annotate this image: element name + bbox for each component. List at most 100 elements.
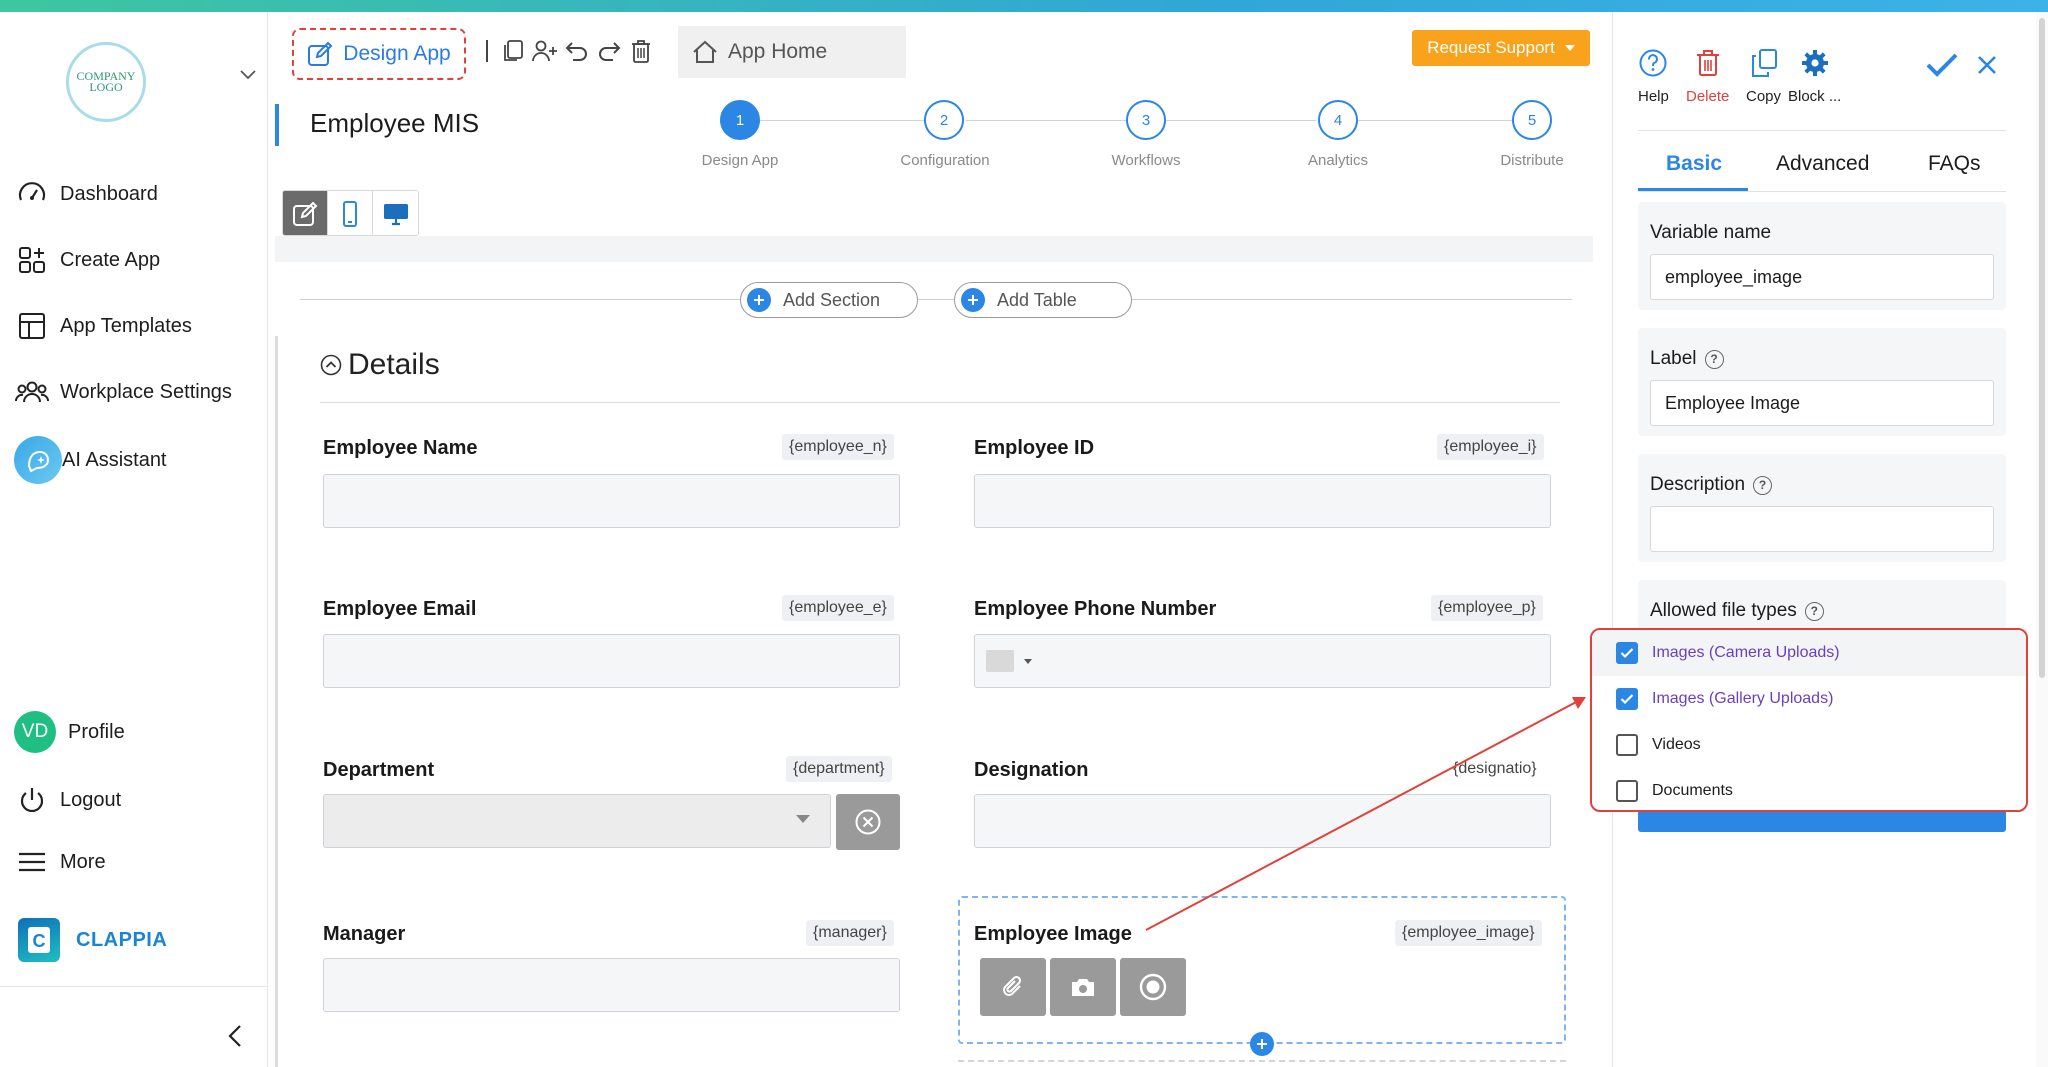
description-input[interactable] xyxy=(1650,506,1994,552)
design-app-button[interactable]: Design App xyxy=(292,28,466,80)
chevron-down-icon[interactable] xyxy=(240,70,256,80)
company-logo[interactable]: COMPANY LOGO xyxy=(66,42,146,122)
canvas-header-strip xyxy=(275,236,1593,262)
variable-name-label-text: Variable name xyxy=(1650,222,1772,243)
employee-name-input[interactable] xyxy=(323,474,900,528)
desktop-view-button[interactable] xyxy=(373,191,418,235)
delete-label: Delete xyxy=(1686,88,1730,105)
block-label: Block ... xyxy=(1788,88,1842,105)
request-support-button[interactable]: Request Support xyxy=(1412,30,1590,66)
sidebar-item-label: Workplace Settings xyxy=(60,380,232,403)
sidebar-item-profile[interactable]: VD Profile xyxy=(14,711,125,753)
file-type-option[interactable]: Images (Gallery Uploads) xyxy=(1592,676,2026,722)
next-field-outline xyxy=(958,1060,1566,1067)
edit-view-button[interactable] xyxy=(283,191,328,235)
employee-phone-input[interactable] xyxy=(974,634,1551,688)
add-field-below-button[interactable] xyxy=(1250,1032,1274,1056)
collapse-section-icon[interactable] xyxy=(320,354,342,376)
manager-input[interactable] xyxy=(323,958,900,1012)
close-icon[interactable] xyxy=(1976,54,1998,76)
help-button[interactable]: Help xyxy=(1638,48,1669,105)
hamburger-icon xyxy=(14,844,50,880)
help-icon[interactable]: ? xyxy=(1704,349,1724,369)
sidebar: COMPANY LOGO Dashboard Create App App Te… xyxy=(0,12,268,1067)
collapse-sidebar-icon[interactable] xyxy=(228,1024,242,1048)
step-distribute[interactable]: 5 xyxy=(1512,100,1552,140)
record-button[interactable] xyxy=(1120,958,1186,1016)
stepper-connector xyxy=(1354,120,1514,121)
sidebar-item-dashboard[interactable]: Dashboard xyxy=(14,174,158,214)
section-header[interactable]: Details xyxy=(320,348,440,382)
add-table-button[interactable]: Add Table xyxy=(954,282,1132,318)
step-label: Analytics xyxy=(1307,152,1369,169)
dropdown-caret-icon[interactable] xyxy=(796,815,810,823)
sidebar-item-label: App Templates xyxy=(60,314,192,337)
delete-button[interactable]: Delete xyxy=(1686,48,1729,105)
file-type-label: Documents xyxy=(1652,782,1733,799)
step-configuration[interactable]: 2 xyxy=(924,100,964,140)
department-dropdown[interactable] xyxy=(323,794,831,848)
clear-selection-button[interactable] xyxy=(836,794,900,850)
sidebar-item-app-templates[interactable]: App Templates xyxy=(14,306,192,346)
tab-basic[interactable]: Basic xyxy=(1666,152,1722,176)
field-label-employee-phone: Employee Phone Number xyxy=(974,598,1217,620)
clappia-brand[interactable]: C CLAPPIA xyxy=(18,918,167,962)
label-card: Label? Employee Image xyxy=(1638,328,2006,436)
label-label: Label? xyxy=(1650,348,1724,370)
allowed-file-types-list: Images (Camera Uploads) Images (Gallery … xyxy=(1590,628,2028,812)
label-input[interactable]: Employee Image xyxy=(1650,380,1994,426)
top-gradient-bar xyxy=(0,0,2048,12)
checkbox-unchecked[interactable] xyxy=(1616,734,1638,756)
panel-rule xyxy=(1638,130,2006,131)
trash-icon xyxy=(1696,50,1719,76)
variable-name-input[interactable]: employee_image xyxy=(1650,254,1994,300)
country-caret-icon[interactable] xyxy=(1024,659,1032,664)
step-workflows[interactable]: 3 xyxy=(1126,100,1166,140)
file-type-option[interactable]: Images (Camera Uploads) xyxy=(1592,630,2026,676)
employee-id-input[interactable] xyxy=(974,474,1551,528)
save-button[interactable] xyxy=(1638,812,2006,832)
sidebar-item-label: More xyxy=(60,850,106,873)
add-user-icon[interactable] xyxy=(532,38,558,64)
sidebar-item-workplace-settings[interactable]: Workplace Settings xyxy=(14,372,232,412)
undo-icon[interactable] xyxy=(564,38,590,64)
mobile-view-button[interactable] xyxy=(328,191,373,235)
checkbox-unchecked[interactable] xyxy=(1616,780,1638,802)
record-icon xyxy=(1139,973,1167,1001)
step-design-app[interactable]: 1 xyxy=(720,100,760,140)
file-type-option[interactable]: Videos xyxy=(1592,722,2026,768)
checkbox-checked[interactable] xyxy=(1616,642,1638,664)
step-analytics[interactable]: 4 xyxy=(1318,100,1358,140)
panel-scrollbar-thumb[interactable] xyxy=(2039,18,2045,678)
add-section-button[interactable]: Add Section xyxy=(740,282,918,318)
variable-name-label: Variable name xyxy=(1650,222,1771,244)
designation-input[interactable] xyxy=(974,794,1551,848)
sidebar-item-logout[interactable]: Logout xyxy=(14,780,121,820)
app-home-button[interactable]: App Home xyxy=(678,26,906,78)
country-flag-icon[interactable] xyxy=(986,650,1014,672)
sidebar-item-create-app[interactable]: Create App xyxy=(14,240,160,280)
attach-file-button[interactable] xyxy=(980,958,1046,1016)
block-settings-button[interactable]: Block ... xyxy=(1788,48,1841,105)
trash-icon[interactable] xyxy=(628,38,654,64)
file-type-option[interactable]: Documents xyxy=(1592,768,2026,810)
help-icon[interactable]: ? xyxy=(1753,475,1773,495)
sidebar-item-more[interactable]: More xyxy=(14,842,106,882)
copy-button[interactable]: Copy xyxy=(1746,48,1781,105)
sidebar-divider xyxy=(0,986,268,987)
request-support-label: Request Support xyxy=(1427,38,1555,57)
camera-button[interactable] xyxy=(1050,958,1116,1016)
sidebar-item-ai-assistant[interactable]: AI Assistant xyxy=(14,436,167,484)
help-circle-icon xyxy=(1639,49,1667,77)
redo-icon[interactable] xyxy=(596,38,622,64)
variable-tag: {department} xyxy=(786,756,892,782)
copy-icon[interactable] xyxy=(500,38,526,64)
tab-faqs[interactable]: FAQs xyxy=(1928,152,1981,176)
help-icon[interactable]: ? xyxy=(1804,601,1824,621)
employee-email-input[interactable] xyxy=(323,634,900,688)
variable-tag: {designatio} xyxy=(1453,760,1537,777)
copy-icon xyxy=(1751,49,1777,77)
confirm-checkmark-icon[interactable] xyxy=(1926,52,1958,78)
checkbox-checked[interactable] xyxy=(1616,688,1638,710)
tab-advanced[interactable]: Advanced xyxy=(1776,152,1869,176)
